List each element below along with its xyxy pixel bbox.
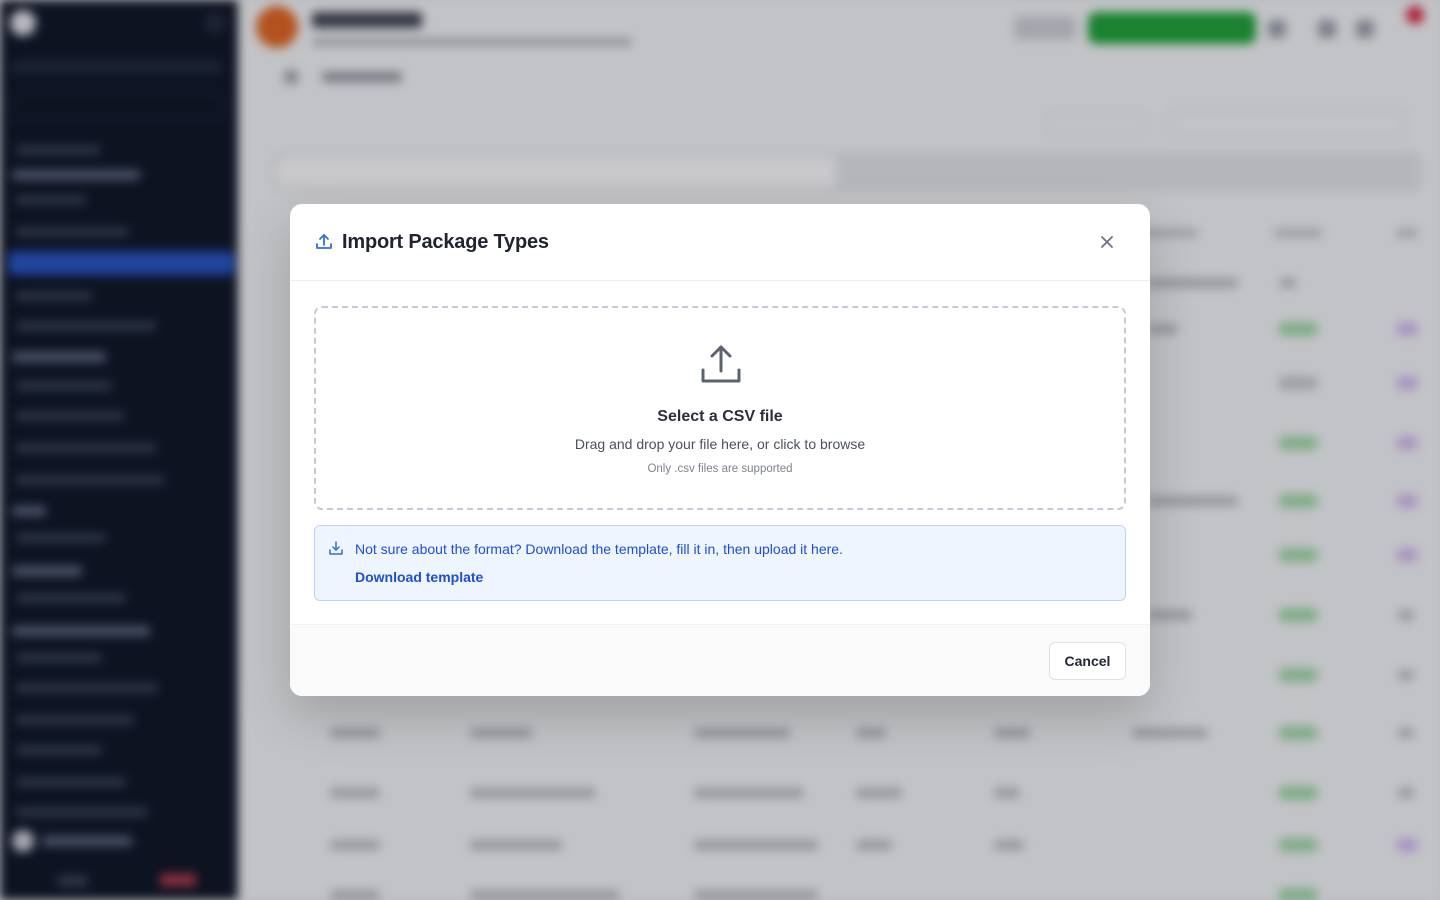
template-info-box: Not sure about the format? Download the …: [314, 525, 1126, 601]
dropzone-subtitle: Drag and drop your file here, or click t…: [574, 436, 866, 452]
modal-title: Import Package Types: [342, 231, 549, 253]
template-info-text: Not sure about the format? Download the …: [355, 541, 843, 557]
cancel-button[interactable]: Cancel: [1049, 642, 1126, 680]
modal-footer: Cancel: [290, 624, 1150, 696]
dropzone-note: Only .csv files are supported: [647, 463, 793, 475]
file-dropzone[interactable]: Select a CSV file Drag and drop your fil…: [314, 306, 1126, 510]
dropzone-title: Select a CSV file: [657, 408, 783, 425]
upload-tray-icon: [698, 342, 744, 388]
import-modal: Import Package Types Select a CSV file D…: [290, 204, 1150, 696]
modal-header: Import Package Types: [290, 204, 1150, 281]
download-template-link[interactable]: Download template: [355, 569, 483, 585]
upload-icon: [314, 232, 334, 252]
close-icon: [1099, 234, 1115, 253]
close-button[interactable]: [1096, 232, 1118, 254]
download-icon: [328, 540, 344, 556]
